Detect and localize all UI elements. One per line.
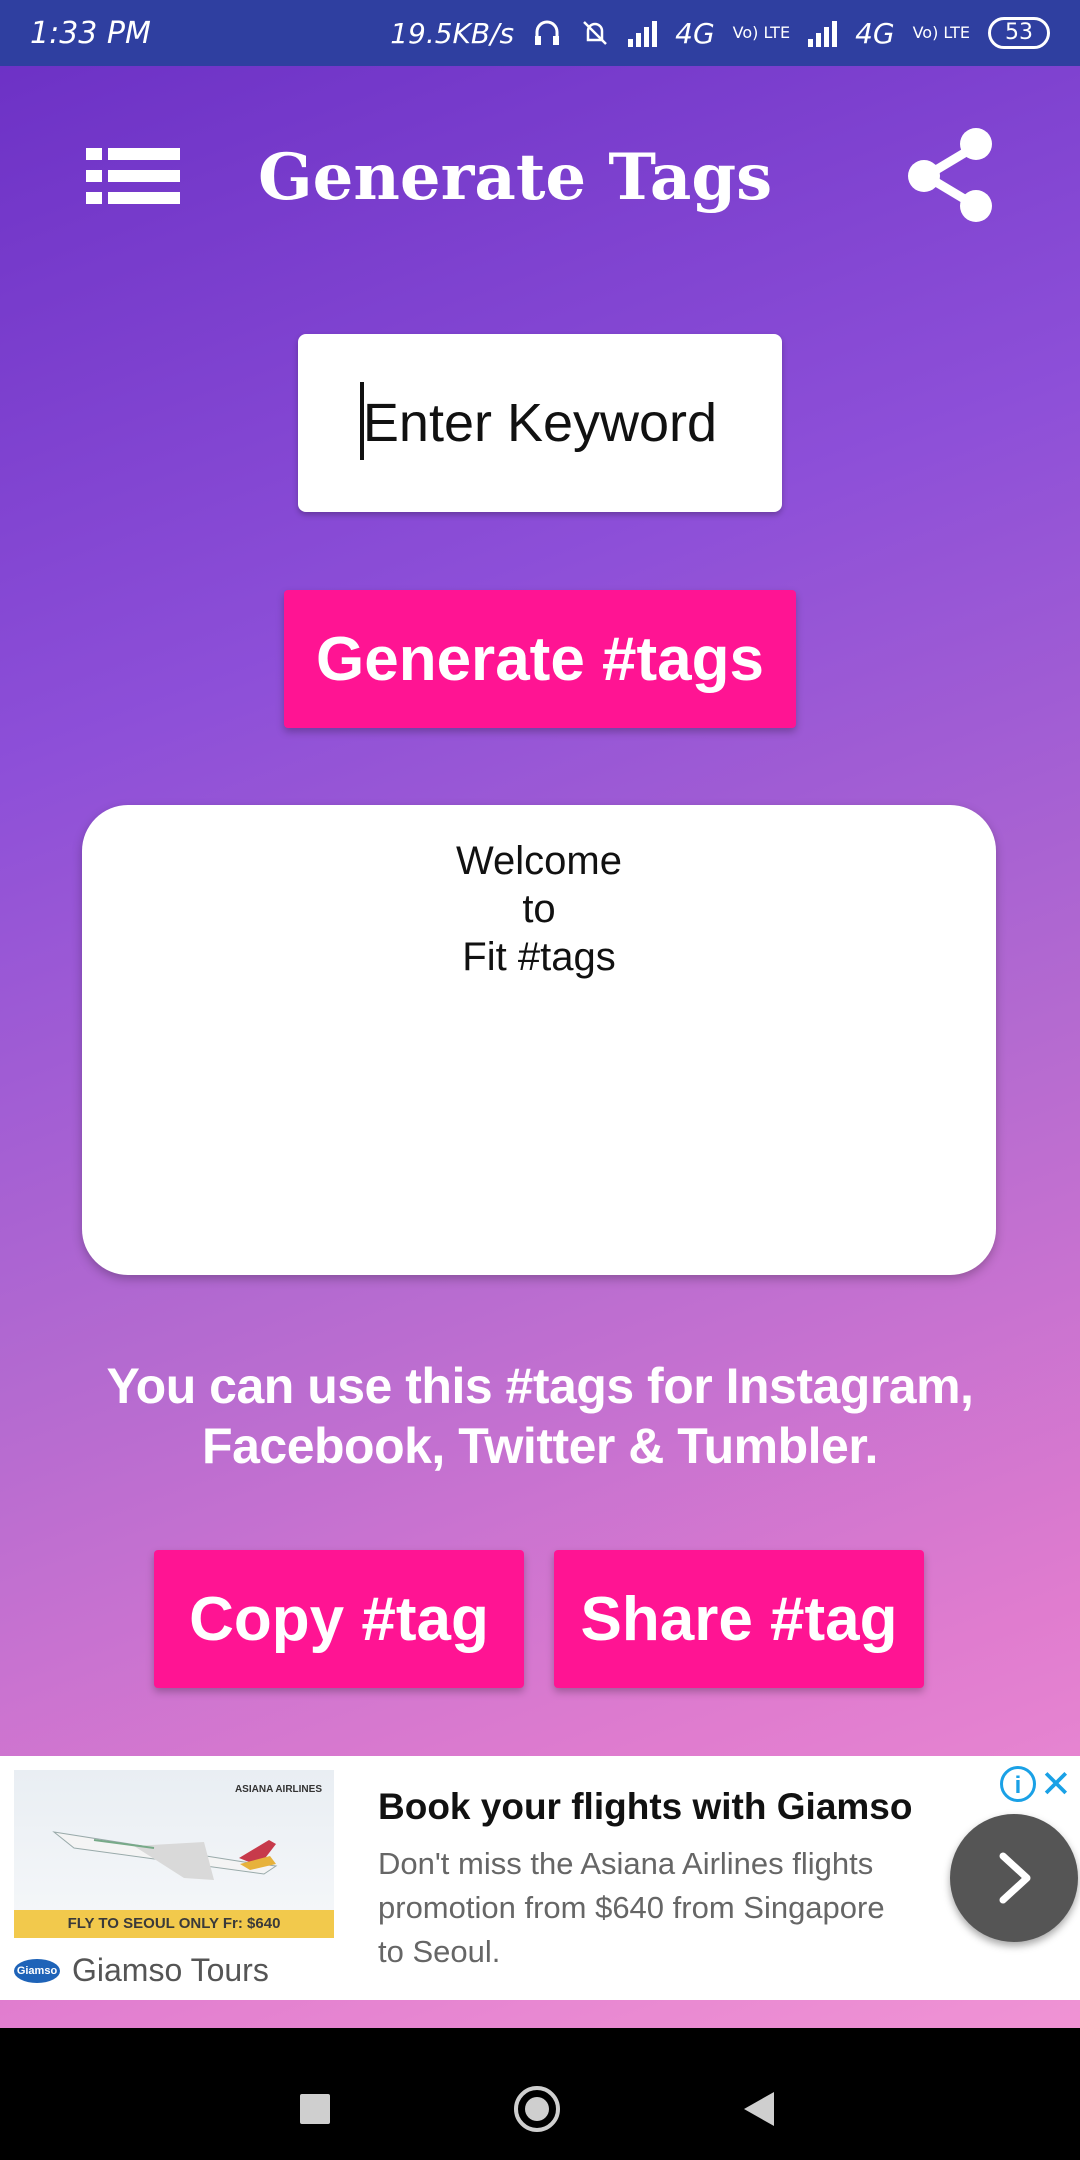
ad-close-icon[interactable]: ✕ xyxy=(1040,1762,1072,1807)
ad-title[interactable]: Book your flights with Giamso xyxy=(378,1786,912,1828)
ad-advertiser: Giamso Giamso Tours xyxy=(14,1952,269,1989)
status-bar: 1:33 PM 19.5KB/s 4G Vo) LTE 4G Vo) LTE 5… xyxy=(0,0,1080,66)
keyword-field-container xyxy=(298,334,782,512)
page-title: Generate Tags xyxy=(258,140,773,215)
status-time: 1:33 PM xyxy=(30,15,151,51)
ad-image-banner: FLY TO SEOUL ONLY Fr: $640 xyxy=(14,1910,334,1938)
chevron-right-icon xyxy=(999,1852,1031,1904)
lte-label-1: Vo) LTE xyxy=(732,23,791,42)
advertiser-logo: Giamso xyxy=(14,1958,60,1983)
lte-label-2: Vo) LTE xyxy=(912,23,970,42)
text-cursor xyxy=(360,382,364,460)
network-type-2: 4G xyxy=(855,16,895,50)
headphones-icon xyxy=(535,20,560,45)
network-speed: 19.5KB/s xyxy=(390,16,515,50)
status-icons: 19.5KB/s 4G Vo) LTE 4G Vo) LTE 53 xyxy=(390,17,1050,50)
advertiser-name: Giamso Tours xyxy=(72,1952,269,1988)
network-type-1: 4G xyxy=(675,16,715,50)
tags-result-area[interactable]: Welcome to Fit #tags xyxy=(82,805,996,1275)
ad-image[interactable]: ASIANA AIRLINES FLY TO SEOUL ONLY Fr: $6… xyxy=(14,1770,334,1938)
welcome-line-2: to xyxy=(522,887,556,931)
welcome-line-3: Fit #tags xyxy=(462,935,616,979)
ad-info-icon[interactable]: i xyxy=(1000,1766,1036,1802)
menu-icon[interactable] xyxy=(86,148,180,204)
share-icon[interactable] xyxy=(904,124,996,224)
signal-icon-2 xyxy=(808,19,838,47)
share-tag-button[interactable]: Share #tag xyxy=(554,1550,924,1688)
welcome-message: Welcome to Fit #tags xyxy=(82,837,996,981)
system-nav-bar xyxy=(0,2028,1080,2160)
ad-banner[interactable]: ASIANA AIRLINES FLY TO SEOUL ONLY Fr: $6… xyxy=(0,1756,1080,2000)
keyword-input[interactable] xyxy=(328,391,752,455)
generate-tags-button[interactable]: Generate #tags xyxy=(284,590,796,728)
back-icon[interactable] xyxy=(744,2092,774,2126)
ad-open-button[interactable] xyxy=(950,1814,1078,1942)
copy-tag-button[interactable]: Copy #tag xyxy=(154,1550,524,1688)
welcome-line-1: Welcome xyxy=(456,839,622,883)
signal-icon xyxy=(628,19,658,47)
mute-bell-icon xyxy=(583,21,608,45)
recent-apps-icon[interactable] xyxy=(300,2094,330,2124)
ad-description: Don't miss the Asiana Airlines flights p… xyxy=(378,1846,885,1969)
home-icon[interactable] xyxy=(514,2086,560,2132)
app-bar: Generate Tags xyxy=(0,66,1080,296)
battery-indicator: 53 xyxy=(988,17,1050,49)
usage-info-text: You can use this #tags for Instagram, Fa… xyxy=(106,1358,974,1474)
